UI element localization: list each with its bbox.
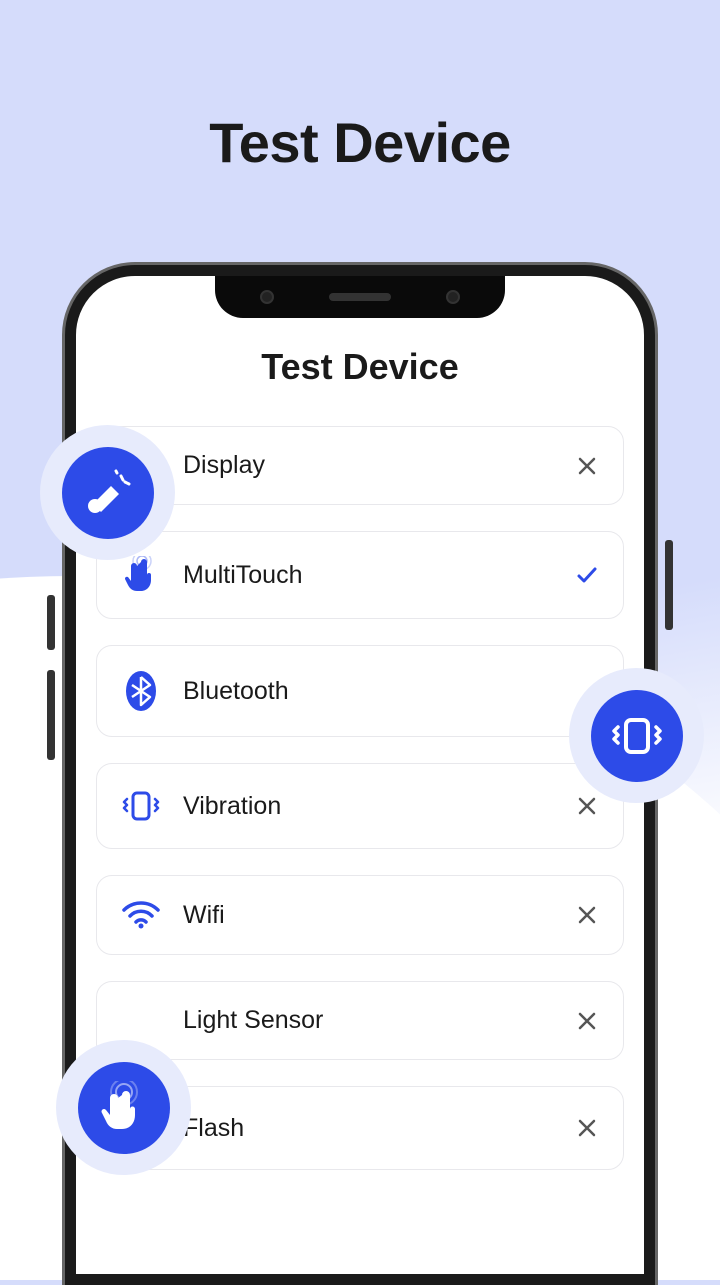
float-flashlight-icon: [40, 425, 175, 560]
test-row-vibration[interactable]: Vibration: [96, 763, 624, 849]
float-touch-icon: [56, 1040, 191, 1175]
bluetooth-icon: [119, 670, 163, 712]
fail-icon: [573, 792, 601, 820]
test-label: Vibration: [183, 792, 281, 821]
test-label: Light Sensor: [183, 1006, 323, 1035]
test-row-wifi[interactable]: Wifi: [96, 875, 624, 955]
multitouch-icon: [119, 556, 163, 594]
fail-icon: [573, 1114, 601, 1142]
test-label: Display: [183, 451, 265, 480]
page-title: Test Device: [0, 0, 720, 175]
fail-icon: [573, 901, 601, 929]
test-row-bluetooth[interactable]: Bluetooth: [96, 645, 624, 737]
pass-icon: [573, 561, 601, 589]
vibration-icon: [119, 788, 163, 824]
fail-icon: [573, 1007, 601, 1035]
test-row-multitouch[interactable]: MultiTouch: [96, 531, 624, 619]
fail-icon: [573, 452, 601, 480]
test-label: Bluetooth: [183, 677, 289, 706]
test-label: Flash: [183, 1114, 244, 1143]
float-vibration-icon: [569, 668, 704, 803]
app-title: Test Device: [96, 346, 624, 388]
wifi-icon: [119, 900, 163, 930]
test-label: MultiTouch: [183, 561, 303, 590]
test-row-display[interactable]: Display: [96, 426, 624, 505]
test-row-lightsensor[interactable]: Light Sensor: [96, 981, 624, 1060]
test-label: Wifi: [183, 901, 225, 930]
